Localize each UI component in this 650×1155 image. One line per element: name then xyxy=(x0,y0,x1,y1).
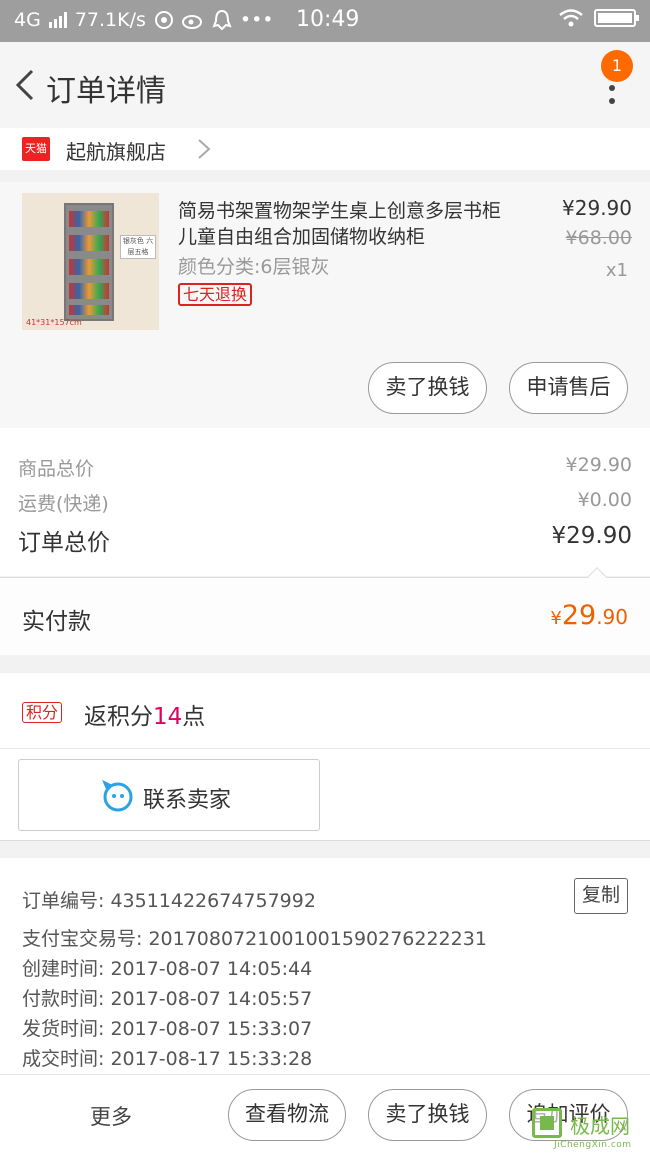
alipay-transaction-number: 支付宝交易号: 2017080721001001590276222231 xyxy=(22,928,487,950)
signal-icon xyxy=(48,12,67,28)
copy-order-number-button[interactable]: 复制 xyxy=(574,878,628,914)
price-summary: 商品总价 ¥29.90 运费(快递) ¥0.00 订单总价 ¥29.90 xyxy=(0,428,650,576)
chat-bot-icon xyxy=(102,780,133,812)
amount-paid-label: 实付款 xyxy=(22,609,91,635)
product-original-price: ¥68.00 xyxy=(565,227,632,249)
weibo-icon xyxy=(181,15,202,29)
chevron-right-icon xyxy=(198,139,211,159)
network-indicator: 4G xyxy=(14,9,41,31)
network-speed: 77.1K/s xyxy=(74,9,146,31)
nav-bar: 订单详情 1 xyxy=(0,42,650,128)
product-image-tag: 银灰色 六层五格 xyxy=(120,235,156,259)
page-title: 订单详情 xyxy=(46,74,166,109)
paid-time: 付款时间: 2017-08-07 14:05:57 xyxy=(22,988,313,1010)
order-total-value: ¥29.90 xyxy=(551,523,632,549)
completed-time: 成交时间: 2017-08-17 15:33:28 xyxy=(22,1048,313,1070)
order-total-label: 订单总价 xyxy=(18,530,110,556)
product-image-dimensions: 41*31*157cm xyxy=(26,318,82,327)
site-watermark: 极成网 JiChengXin.com xyxy=(532,1106,650,1155)
product-title: 简易书架置物架学生桌上创意多层书柜儿童自由组合加固储物收纳柜 xyxy=(178,200,502,248)
sell-for-cash-bottom-button[interactable]: 卖了换钱 xyxy=(368,1089,487,1141)
amount-paid-value: ¥29.90 xyxy=(550,600,628,631)
product-price: ¥29.90 xyxy=(562,196,632,220)
order-info: 订单编号: 435114226747579​92 复制 支付宝交易号: 2017… xyxy=(0,858,650,1074)
tmall-logo-icon: 天猫 xyxy=(22,137,50,161)
more-button[interactable]: 更多 xyxy=(90,1101,132,1131)
created-time: 创建时间: 2017-08-07 14:05:44 xyxy=(22,958,313,980)
goods-total-value: ¥29.90 xyxy=(565,454,632,476)
shipping-value: ¥0.00 xyxy=(577,489,632,511)
points-text: 返积分14点 xyxy=(84,704,206,730)
qq-browser-icon xyxy=(154,11,173,29)
sell-for-cash-button[interactable]: 卖了换钱 xyxy=(368,362,487,414)
goods-total-label: 商品总价 xyxy=(18,458,95,480)
back-arrow-icon[interactable] xyxy=(14,68,36,102)
contact-seller-label: 联系卖家 xyxy=(143,788,232,813)
qq-icon xyxy=(212,9,232,31)
product-card[interactable]: 银灰色 六层五格 41*31*157cm 简易书架置物架学生桌上创意多层书柜儿童… xyxy=(0,182,650,428)
shop-row[interactable]: 天猫 起航旗舰店 xyxy=(0,128,650,170)
wifi-icon xyxy=(559,9,583,27)
view-logistics-button[interactable]: 查看物流 xyxy=(228,1089,346,1141)
product-quantity: x1 xyxy=(605,260,628,281)
shop-name: 起航旗舰店 xyxy=(66,140,166,164)
contact-section: 联系卖家 xyxy=(0,749,650,841)
watermark-text: 极成网 xyxy=(570,1114,630,1138)
battery-icon xyxy=(594,9,639,27)
order-number: 订单编号: 435114226747579​92 xyxy=(22,890,316,912)
after-sale-button[interactable]: 申请售后 xyxy=(509,362,628,414)
shipped-time: 发货时间: 2017-08-07 15:33:07 xyxy=(22,1018,313,1040)
product-image[interactable]: 银灰色 六层五格 41*31*157cm xyxy=(22,193,159,330)
product-sku: 颜色分类:6层银灰 xyxy=(178,256,330,278)
shipping-label: 运费(快递) xyxy=(18,493,109,515)
clock: 10:49 xyxy=(296,7,360,32)
notification-badge: 1 xyxy=(601,50,633,82)
watermark-logo-icon xyxy=(532,1108,562,1138)
status-bar: 4G 77.1K/s ••• 10:49 xyxy=(0,0,650,42)
contact-seller-button[interactable]: 联系卖家 xyxy=(18,759,320,831)
points-value: 14 xyxy=(153,704,183,730)
points-row: 积分 返积分14点 xyxy=(0,673,650,749)
amount-paid-row: 实付款 ¥29.90 xyxy=(0,567,650,655)
points-badge: 积分 xyxy=(22,702,63,723)
watermark-domain: JiChengXin.com xyxy=(554,1140,632,1150)
seven-day-return-badge: 七天退换 xyxy=(178,283,253,306)
overflow-dots-icon: ••• xyxy=(239,9,274,31)
